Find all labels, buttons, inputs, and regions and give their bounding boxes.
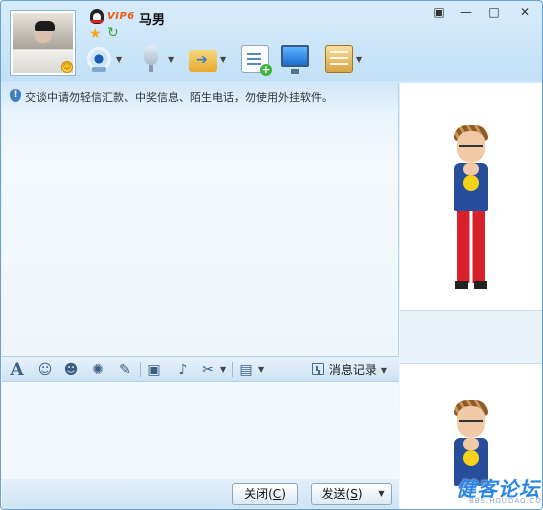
font-icon[interactable]: A	[8, 361, 26, 379]
chevron-down-icon: ▼	[378, 489, 385, 498]
image-icon[interactable]: ▣	[145, 361, 163, 379]
send-file-button[interactable]: ▼	[189, 45, 233, 75]
message-history-button[interactable]: 消息记录 ▼	[311, 361, 387, 379]
forum-watermark-url: BBS.HOUDAO.COM	[469, 497, 543, 505]
separator	[232, 362, 233, 377]
chevron-down-icon[interactable]: ▼	[220, 55, 226, 64]
music-icon[interactable]: ♪	[174, 361, 192, 379]
send-hotkey: S	[350, 487, 358, 501]
voice-call-button[interactable]: ▼	[137, 45, 181, 75]
close-button-label-end: )	[281, 487, 286, 501]
contact-avatar[interactable]: ☺	[10, 10, 76, 76]
app-box-icon	[325, 45, 353, 73]
message-history-label: 消息记录	[328, 363, 377, 377]
bottom-bar: 关闭(C) 发送(S) ▼	[2, 479, 399, 509]
chevron-down-icon[interactable]: ▼	[356, 55, 362, 64]
online-status-icon: ☺	[61, 61, 73, 73]
qq-penguin-icon	[90, 9, 104, 24]
menu-icon: ▣	[433, 5, 445, 19]
close-chat-button[interactable]: 关闭(C)	[232, 483, 298, 505]
close-hotkey: C	[272, 487, 282, 501]
minimize-button[interactable]: —	[453, 3, 479, 23]
security-notice: 交谈中请勿轻信汇款、中奖信息、陌生电话，勿使用外挂软件。	[25, 91, 333, 104]
chat-add-icon	[241, 45, 272, 76]
scissors-icon[interactable]: ✂	[199, 361, 217, 379]
video-call-button[interactable]: ▼	[85, 45, 129, 75]
webcam-icon	[85, 45, 113, 73]
microphone-icon	[144, 45, 158, 72]
chevron-down-icon[interactable]: ▼	[168, 55, 174, 64]
signature-icon[interactable]: ↻	[107, 26, 119, 40]
minimize-icon: —	[460, 5, 472, 19]
close-icon: ✕	[519, 5, 531, 19]
send-button-label-end: )	[357, 487, 363, 501]
chevron-down-icon[interactable]: ▼	[381, 366, 387, 375]
contact-avatar-show[interactable]	[400, 83, 542, 311]
star-icon[interactable]: ★	[89, 27, 102, 41]
maximize-button[interactable]: □	[481, 3, 507, 23]
chevron-down-icon[interactable]: ▼	[116, 55, 122, 64]
chevron-down-icon[interactable]: ▼	[258, 365, 264, 374]
edit-icon[interactable]: ✎	[116, 361, 134, 379]
close-window-button[interactable]: ✕	[510, 3, 540, 23]
vip-badge: VIP6	[107, 11, 135, 22]
emoji-icon[interactable]: ☺	[36, 361, 54, 379]
window-menu-button[interactable]: ▣	[426, 3, 452, 23]
avatar-show-panel	[400, 83, 542, 509]
chevron-down-icon[interactable]: ▼	[220, 365, 226, 374]
security-shield-icon: !	[10, 89, 21, 102]
folder-arrow-icon	[189, 50, 217, 72]
toolbox-icon[interactable]: ▤	[237, 361, 255, 379]
apps-button[interactable]: ▼	[325, 45, 369, 75]
remote-assist-button[interactable]	[281, 45, 311, 75]
message-display-area[interactable]: ! 交谈中请勿轻信汇款、中奖信息、陌生电话，勿使用外挂软件。	[2, 83, 399, 355]
group-chat-button[interactable]	[241, 45, 272, 76]
send-options-dropdown[interactable]: ▼	[372, 483, 392, 505]
format-toolbar: A ☺ ☻ ✺ ✎ ▣ ♪ ✂ ▼ ▤ ▼ 消息记录 ▼	[2, 356, 399, 382]
shake-window-icon[interactable]: ✺	[89, 361, 107, 379]
separator	[140, 362, 141, 377]
contact-cartoon-figure	[441, 125, 501, 301]
send-button[interactable]: 发送(S)	[311, 483, 373, 505]
close-button-label: 关闭(	[244, 487, 273, 501]
maximize-icon: □	[488, 5, 500, 19]
chat-window: ☺ VIP6 马男 ★ ↻ ▣ — □ ✕ ▼ ▼ ▼ ▼ !	[0, 0, 543, 510]
send-button-label: 发送(	[321, 487, 351, 501]
monitor-icon	[281, 45, 309, 74]
message-input[interactable]	[2, 383, 399, 479]
clock-icon	[311, 363, 324, 375]
contact-nickname[interactable]: 马男	[139, 9, 165, 28]
magic-face-icon[interactable]: ☻	[62, 361, 80, 379]
